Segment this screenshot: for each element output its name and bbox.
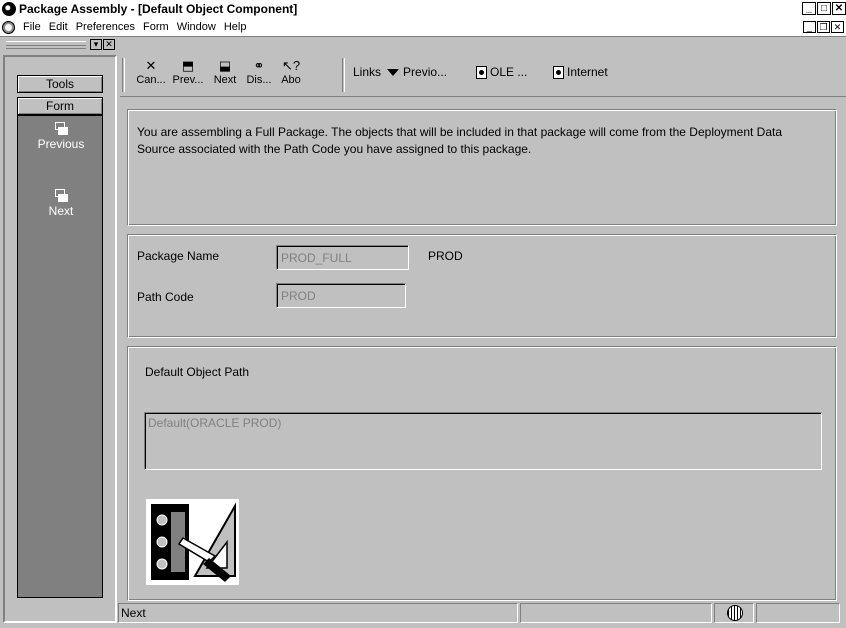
- package-panel: Package Name PROD_FULL PROD Path Code PR…: [127, 234, 837, 338]
- tools-button[interactable]: Tools: [17, 75, 103, 93]
- status-globe: [714, 603, 754, 623]
- package-name-label: Package Name: [137, 249, 220, 263]
- display-label: Dis...: [246, 74, 272, 86]
- mdi-restore-button[interactable]: ❐: [817, 21, 830, 33]
- next-label: Next: [213, 74, 237, 86]
- about-label: Abo: [281, 74, 301, 86]
- side-item-label: Previous: [37, 137, 85, 151]
- default-object-path-label: Default Object Path: [145, 365, 250, 379]
- info-panel: You are assembling a Full Package. The o…: [127, 109, 837, 226]
- side-item-previous[interactable]: Previous: [18, 121, 104, 151]
- internet-label: Internet: [567, 65, 608, 79]
- previous-icon: ⬒: [181, 58, 195, 73]
- display-button[interactable]: ⚭ Dis...: [244, 58, 274, 92]
- cancel-label: Can...: [136, 74, 166, 86]
- menu-help[interactable]: Help: [220, 21, 251, 33]
- menu-edit[interactable]: Edit: [45, 21, 72, 33]
- info-text: You are assembling a Full Package. The o…: [137, 125, 783, 156]
- title-bar: Package Assembly - [Default Object Compo…: [0, 0, 846, 18]
- ole-link[interactable]: OLE ...: [476, 65, 527, 79]
- object-path-panel: Default Object Path Default(ORACLE PROD): [127, 346, 837, 601]
- status-cell-empty: [520, 603, 712, 623]
- menu-file[interactable]: File: [19, 21, 45, 33]
- path-code-field[interactable]: PROD: [276, 283, 406, 308]
- ole-icon: [476, 65, 487, 79]
- toolbar-separator: [342, 58, 345, 92]
- ole-label: OLE ...: [490, 65, 528, 79]
- form-body: You are assembling a Full Package. The o…: [120, 96, 846, 602]
- chevron-down-icon: [387, 68, 400, 76]
- next-icon: [54, 188, 68, 202]
- links-label: Links: [353, 65, 382, 79]
- default-object-path-field[interactable]: Default(ORACLE PROD): [144, 412, 822, 470]
- cancel-icon: ✕: [145, 58, 157, 73]
- toolbar-separator: [122, 58, 125, 92]
- internet-link[interactable]: Internet: [553, 65, 608, 79]
- close-button[interactable]: ✕: [832, 2, 846, 15]
- pane-grip-buttons: ▾ ✕: [89, 39, 115, 50]
- previous-label: Prev...: [172, 74, 204, 86]
- toolbar: ✕ Can... ⬒ Prev... ⬓ Next ⚭ Dis... ↖? Ab…: [120, 55, 846, 95]
- display-icon: ⚭: [253, 58, 265, 73]
- grip-lines: [6, 41, 86, 49]
- globe-icon: [727, 605, 743, 621]
- links-menu[interactable]: Links Previo...: [353, 65, 447, 79]
- previous-button[interactable]: ⬒ Prev...: [170, 58, 206, 92]
- menu-window[interactable]: Window: [173, 21, 220, 33]
- minimize-button[interactable]: _: [802, 2, 816, 15]
- window-title: Package Assembly - [Default Object Compo…: [19, 2, 298, 16]
- package-name-field[interactable]: PROD_FULL: [276, 245, 409, 270]
- internet-icon: [553, 65, 564, 79]
- package-name-description: PROD: [428, 249, 463, 263]
- status-cell-end: [756, 603, 840, 623]
- cancel-button[interactable]: ✕ Can...: [136, 58, 166, 92]
- window-controls: _ □ ✕: [801, 2, 846, 15]
- side-exit-list: Previous Next: [17, 115, 103, 598]
- about-button[interactable]: ↖? Abo: [278, 58, 304, 92]
- next-icon: ⬓: [218, 58, 232, 73]
- mdi-close-button[interactable]: ✕: [831, 21, 844, 33]
- next-button[interactable]: ⬓ Next: [210, 58, 240, 92]
- pane-dock-button[interactable]: ▾: [90, 39, 102, 50]
- maximize-button[interactable]: □: [817, 2, 831, 15]
- pane-close-button[interactable]: ✕: [103, 39, 115, 50]
- mdi-minimize-button[interactable]: _: [803, 21, 816, 33]
- status-bar: Next: [118, 603, 846, 625]
- form-button[interactable]: Form: [17, 97, 103, 115]
- app-icon: [2, 2, 16, 16]
- mdi-controls: _ ❐ ✕: [802, 21, 844, 33]
- package-assembly-illustration: [146, 499, 239, 585]
- previous-icon: [54, 121, 68, 135]
- about-icon: ↖?: [281, 58, 301, 73]
- document-icon[interactable]: [2, 20, 15, 34]
- pane-grip[interactable]: ▾ ✕: [3, 38, 117, 54]
- menu-bar: File Edit Preferences Form Window Help _…: [0, 18, 846, 37]
- menu-form[interactable]: Form: [139, 21, 173, 33]
- previo-label: Previo...: [403, 65, 448, 79]
- path-code-label: Path Code: [137, 290, 194, 304]
- menu-preferences[interactable]: Preferences: [72, 21, 139, 33]
- side-item-label: Next: [48, 204, 74, 218]
- status-text: Next: [118, 603, 518, 623]
- side-item-next[interactable]: Next: [18, 188, 104, 218]
